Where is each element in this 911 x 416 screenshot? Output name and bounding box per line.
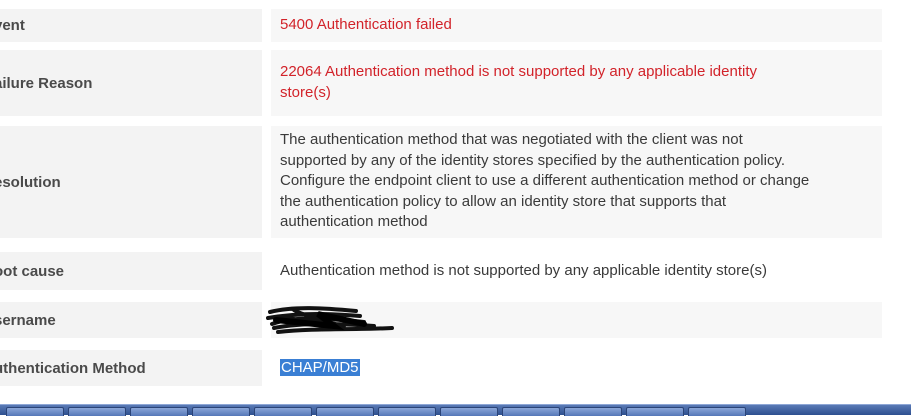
taskbar-button[interactable] [502, 407, 560, 416]
failure-reason-value: 22064 Authentication method is not suppo… [280, 62, 757, 103]
resolution-line: the authentication policy to allow an id… [280, 192, 727, 210]
failure-reason-value-cell: 22064 Authentication method is not suppo… [271, 50, 882, 116]
failure-reason-line: store(s) [280, 83, 331, 101]
taskbar-button[interactable] [440, 407, 498, 416]
resolution-line: supported by any of the identity stores … [280, 151, 786, 169]
taskbar-button[interactable] [378, 407, 436, 416]
taskbar-button[interactable] [564, 407, 622, 416]
failure-reason-label: ailure Reason [0, 74, 93, 92]
failure-reason-label-cell: ailure Reason [0, 50, 262, 116]
auth-method-label: uthentication Method [0, 359, 146, 377]
username-row: sername [0, 302, 911, 338]
auth-method-value-cell: CHAP/MD5 [271, 350, 882, 386]
auth-method-label-cell: uthentication Method [0, 350, 262, 386]
username-label-cell: sername [0, 302, 262, 338]
redacted-scribble-icon [266, 306, 394, 334]
taskbar [0, 404, 911, 416]
taskbar-button[interactable] [316, 407, 374, 416]
username-label: sername [0, 311, 56, 329]
resolution-value-cell: The authentication method that was negot… [271, 126, 882, 238]
resolution-line: Configure the endpoint client to use a d… [280, 172, 810, 189]
resolution-line: The authentication method that was negot… [280, 131, 743, 148]
root-cause-value: Authentication method is not supported b… [280, 261, 767, 279]
auth-method-value[interactable]: CHAP/MD5 [280, 358, 360, 376]
root-cause-value-cell: Authentication method is not supported b… [271, 252, 882, 290]
taskbar-button[interactable] [130, 407, 188, 416]
resolution-label: esolution [0, 173, 61, 191]
auth-method-row: uthentication Method CHAP/MD5 [0, 350, 911, 386]
taskbar-button[interactable] [688, 407, 746, 416]
root-cause-label: oot cause [0, 262, 65, 280]
event-value-cell: 5400 Authentication failed [271, 9, 882, 42]
taskbar-button[interactable] [68, 407, 126, 416]
resolution-value: The authentication method that was negot… [280, 130, 809, 233]
root-cause-row: oot cause Authentication method is not s… [0, 252, 911, 290]
event-row: vent 5400 Authentication failed [0, 9, 911, 42]
event-value: 5400 Authentication failed [280, 16, 452, 34]
root-cause-label-cell: oot cause [0, 252, 262, 290]
resolution-row: esolution The authentication method that… [0, 126, 911, 238]
resolution-line: authentication method [280, 213, 428, 230]
taskbar-button[interactable] [6, 407, 64, 416]
event-label-cell: vent [0, 9, 262, 42]
resolution-label-cell: esolution [0, 126, 262, 238]
taskbar-button[interactable] [192, 407, 250, 416]
failure-reason-row: ailure Reason 22064 Authentication metho… [0, 50, 911, 116]
event-label: vent [0, 17, 25, 34]
taskbar-button[interactable] [254, 407, 312, 416]
taskbar-button[interactable] [626, 407, 684, 416]
failure-reason-line: 22064 Authentication method is not suppo… [280, 63, 757, 80]
auth-method-value-wrap[interactable]: CHAP/MD5 [280, 358, 360, 379]
